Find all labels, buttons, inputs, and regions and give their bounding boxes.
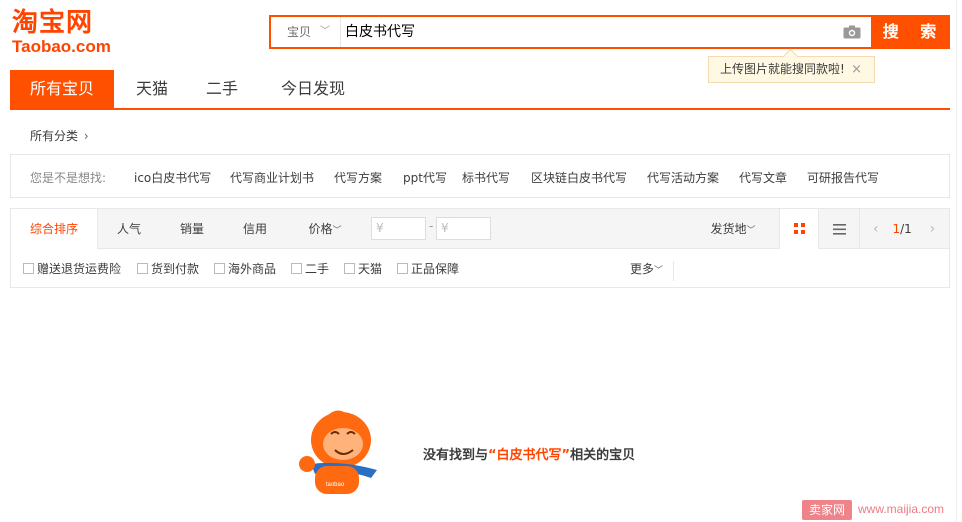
suggestion-link[interactable]: ico白皮书代写	[134, 169, 211, 186]
watermark-badge: 卖家网	[802, 500, 852, 520]
suggestion-link[interactable]: 代写文章	[739, 169, 787, 186]
price-max-input[interactable]: ¥	[436, 217, 491, 240]
more-label: 更多	[630, 262, 655, 276]
tab-tmall[interactable]: 天猫	[122, 70, 182, 108]
logo-chinese: 淘宝网	[12, 8, 94, 38]
sort-price[interactable]: 价格﹀	[299, 209, 351, 249]
sort-sales[interactable]: 销量	[169, 209, 215, 249]
prev-page-icon[interactable]: ‹	[873, 221, 879, 237]
chevron-down-icon: ﹀	[320, 26, 330, 37]
suggestion-link[interactable]: 区块链白皮书代写	[531, 169, 627, 186]
chevron-down-icon: ﹀	[746, 226, 756, 236]
checkbox-genuine[interactable]: 正品保障	[397, 261, 459, 277]
breadcrumb-all-categories: 所有分类	[30, 129, 79, 143]
no-results-suffix: 相关的宝贝	[570, 448, 636, 463]
more-filters-button[interactable]: 更多﹀	[630, 261, 675, 281]
search-tabs: 所有宝贝 天猫 二手 今日发现	[10, 70, 950, 110]
suggestion-link[interactable]: 代写方案	[334, 169, 382, 186]
total-pages: /1	[900, 222, 912, 236]
suggestion-link[interactable]: 可研报告代写	[807, 169, 879, 186]
chevron-down-icon: ﹀	[332, 226, 342, 236]
tab-second-hand[interactable]: 二手	[192, 70, 252, 108]
sort-default[interactable]: 综合排序	[11, 209, 98, 249]
next-page-icon[interactable]: ›	[930, 221, 936, 237]
search-category-select[interactable]: 宝贝 ﹀	[271, 17, 341, 47]
filter-checkboxes: 赠送退货运费险 货到付款 海外商品 二手 天猫 正品保障 更多﹀	[11, 250, 949, 288]
price-range-dash: -	[429, 219, 434, 233]
list-view-icon	[833, 224, 846, 235]
search-bar: 宝贝 ﹀ 白皮书代写	[269, 15, 871, 49]
sort-filter-panel: 综合排序 人气 销量 信用 价格﹀ ¥ - ¥ 发货地﹀ ‹ 1/1 › 赠送退…	[10, 208, 950, 288]
checkbox-box[interactable]	[397, 263, 408, 274]
current-page: 1	[892, 222, 901, 236]
pager: ‹ 1/1 ›	[873, 209, 935, 249]
did-you-mean-label: 您是不是想找:	[30, 171, 107, 185]
checkbox-label: 赠送退货运费险	[37, 262, 122, 276]
checkbox-label: 海外商品	[228, 262, 277, 276]
chevron-right-icon: ›	[83, 129, 89, 143]
checkbox-second-hand[interactable]: 二手	[291, 261, 329, 277]
camera-icon[interactable]	[843, 25, 861, 39]
taobao-logo[interactable]: 淘宝网 Taobao.com	[12, 8, 122, 60]
checkbox-label: 货到付款	[151, 262, 200, 276]
sort-credit[interactable]: 信用	[232, 209, 278, 249]
checkbox-box[interactable]	[214, 263, 225, 274]
suggestion-link[interactable]: ppt代写	[403, 169, 447, 186]
checkbox-label: 正品保障	[411, 262, 460, 276]
search-category-label: 宝贝	[287, 25, 312, 39]
checkbox-label: 天猫	[358, 262, 383, 276]
checkbox-box[interactable]	[291, 263, 302, 274]
checkbox-free-return-insurance[interactable]: 赠送退货运费险	[23, 261, 121, 277]
no-results-prefix: 没有找到与	[423, 448, 489, 463]
checkbox-tmall[interactable]: 天猫	[344, 261, 382, 277]
grid-view-icon	[794, 223, 805, 234]
no-results-message: 没有找到与“白皮书代写”相关的宝贝	[423, 444, 635, 463]
ship-from-dropdown[interactable]: 发货地﹀	[705, 209, 761, 249]
checkbox-box[interactable]	[137, 263, 148, 274]
grid-view-button[interactable]	[779, 209, 819, 249]
suggestion-link[interactable]: 代写活动方案	[647, 169, 719, 186]
list-view-button[interactable]	[819, 209, 860, 249]
chevron-down-icon: ﹀	[654, 266, 664, 276]
no-results-keyword: “白皮书代写”	[488, 448, 571, 463]
price-min-input[interactable]: ¥	[371, 217, 426, 240]
sort-popularity[interactable]: 人气	[106, 209, 152, 249]
checkbox-box[interactable]	[23, 263, 34, 274]
suggestion-link[interactable]: 代写商业计划书	[230, 169, 314, 186]
tab-all-items[interactable]: 所有宝贝	[10, 70, 114, 108]
checkbox-label: 二手	[305, 262, 330, 276]
checkbox-cash-on-delivery[interactable]: 货到付款	[137, 261, 199, 277]
taobao-mascot-illustration: taobao	[299, 410, 377, 494]
tab-today-discover[interactable]: 今日发现	[270, 70, 356, 108]
suggestion-link[interactable]: 标书代写	[462, 169, 510, 186]
checkbox-overseas[interactable]: 海外商品	[214, 261, 276, 277]
ship-from-label: 发货地	[710, 222, 747, 236]
sort-bar: 综合排序 人气 销量 信用 价格﹀ ¥ - ¥ 发货地﹀ ‹ 1/1 ›	[11, 209, 949, 249]
breadcrumb[interactable]: 所有分类 ›	[30, 127, 89, 144]
did-you-mean-box: 您是不是想找: ico白皮书代写 代写商业计划书 代写方案 ppt代写 标书代写…	[10, 154, 950, 198]
watermark-url: www.maijia.com	[858, 502, 945, 516]
search-button[interactable]: 搜 索	[871, 15, 950, 49]
search-input[interactable]: 白皮书代写	[345, 17, 825, 47]
sort-price-label: 价格	[308, 222, 333, 236]
mascot-text: taobao	[326, 482, 345, 488]
logo-english: Taobao.com	[12, 37, 111, 56]
checkbox-box[interactable]	[344, 263, 355, 274]
page-scrollbar[interactable]	[956, 0, 962, 522]
